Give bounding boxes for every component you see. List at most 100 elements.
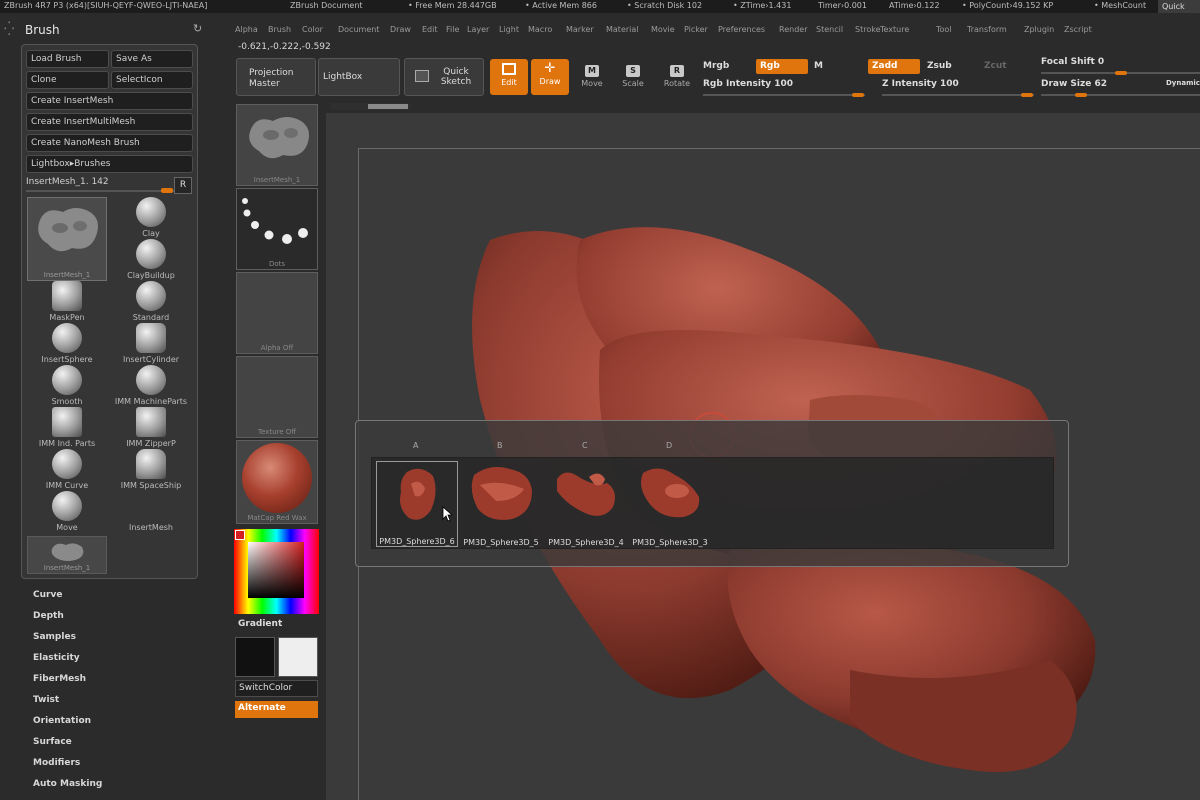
- menu-item-material[interactable]: Material: [606, 25, 639, 34]
- save-as-button[interactable]: Save As: [111, 50, 193, 68]
- brush-item-insertmesh-1-recent[interactable]: InsertMesh_1: [27, 536, 107, 574]
- menu-item-marker[interactable]: Marker: [566, 25, 594, 34]
- rgb-intensity-knob[interactable]: [852, 93, 864, 97]
- brush-item-move[interactable]: Move: [27, 491, 107, 532]
- section-curve[interactable]: Curve: [33, 590, 62, 600]
- menu-item-zscript[interactable]: Zscript: [1064, 25, 1092, 34]
- brush-item-imm-curve[interactable]: IMM Curve: [27, 449, 107, 490]
- brush-item-smooth[interactable]: Smooth: [27, 365, 107, 406]
- alternate-button[interactable]: Alternate: [235, 701, 318, 718]
- mrgb-button[interactable]: Mrgb: [703, 61, 729, 71]
- rgb-intensity-slider[interactable]: [703, 94, 865, 96]
- menu-item-render[interactable]: Render: [779, 25, 807, 34]
- menu-item-macro[interactable]: Macro: [528, 25, 552, 34]
- texture-thumbnail[interactable]: Texture Off: [236, 356, 318, 438]
- menu-item-picker[interactable]: Picker: [684, 25, 708, 34]
- projection-master-button[interactable]: Projection Master: [236, 58, 316, 96]
- section-twist[interactable]: Twist: [33, 695, 59, 705]
- create-nanomesh-button[interactable]: Create NanoMesh Brush: [26, 134, 193, 152]
- menu-item-brush[interactable]: Brush: [268, 25, 291, 34]
- draw-size-knob[interactable]: [1075, 93, 1087, 97]
- m-button[interactable]: M: [814, 61, 823, 71]
- lightbox-button[interactable]: LightBox: [318, 58, 400, 96]
- section-auto-masking[interactable]: Auto Masking: [33, 779, 102, 789]
- menu-item-color[interactable]: Color: [302, 25, 323, 34]
- brush-item-imm-machineparts[interactable]: IMM MachineParts: [111, 365, 191, 406]
- brush-item-insertcylinder[interactable]: InsertCylinder: [111, 323, 191, 364]
- rotate-button[interactable]: R Rotate: [658, 62, 696, 98]
- menu-item-texture[interactable]: Texture: [880, 25, 909, 34]
- secondary-color-swatch-large[interactable]: [278, 637, 318, 677]
- menu-item-preferences[interactable]: Preferences: [718, 25, 765, 34]
- clone-button[interactable]: Clone: [26, 71, 109, 89]
- brush-item-imm-spaceship[interactable]: IMM SpaceShip: [111, 449, 191, 490]
- section-fibermesh[interactable]: FiberMesh: [33, 674, 86, 684]
- palette-popup-icon[interactable]: ↻: [193, 22, 202, 35]
- color-picker[interactable]: [234, 529, 319, 614]
- menu-item-file[interactable]: File: [446, 25, 459, 34]
- menu-item-layer[interactable]: Layer: [467, 25, 489, 34]
- slider-knob[interactable]: [161, 188, 173, 193]
- draw-button[interactable]: ✛ Draw: [531, 59, 569, 95]
- palette-dock-icon[interactable]: ⁛: [4, 22, 14, 37]
- menu-item-transform[interactable]: Transform: [967, 25, 1007, 34]
- menu-item-edit[interactable]: Edit: [422, 25, 438, 34]
- menu-item-movie[interactable]: Movie: [651, 25, 675, 34]
- stroke-thumbnail[interactable]: Dots: [236, 188, 318, 270]
- quick-button[interactable]: Quick: [1158, 0, 1200, 13]
- z-intensity-knob[interactable]: [1021, 93, 1033, 97]
- zadd-button[interactable]: Zadd: [868, 59, 920, 74]
- insertmesh-item-sphere3d-5[interactable]: PM3D_Sphere3D_5: [460, 461, 542, 547]
- insertmesh-item-sphere3d-3[interactable]: PM3D_Sphere3D_3: [629, 461, 711, 547]
- brush-item-standard[interactable]: Standard: [111, 281, 191, 322]
- move-button[interactable]: M Move: [573, 62, 611, 98]
- brush-item-maskpen[interactable]: MaskPen: [27, 281, 107, 322]
- zcut-button[interactable]: Zcut: [984, 61, 1007, 71]
- section-samples[interactable]: Samples: [33, 632, 76, 642]
- current-brush-thumbnail[interactable]: InsertMesh_1: [236, 104, 318, 186]
- scale-button[interactable]: S Scale: [614, 62, 652, 98]
- menu-item-tool[interactable]: Tool: [936, 25, 952, 34]
- alpha-thumbnail[interactable]: Alpha Off: [236, 272, 318, 354]
- select-icon-button[interactable]: SelectIcon: [111, 71, 193, 89]
- edit-button[interactable]: Edit: [490, 59, 528, 95]
- load-brush-button[interactable]: Load Brush: [26, 50, 109, 68]
- restore-button[interactable]: R: [174, 177, 192, 194]
- zsub-button[interactable]: Zsub: [927, 61, 952, 71]
- z-intensity-slider[interactable]: [882, 94, 1034, 96]
- canvas-scroll-thumb[interactable]: [368, 104, 408, 109]
- menu-item-stroke[interactable]: Stroke: [855, 25, 881, 34]
- main-color-swatch[interactable]: [235, 637, 275, 677]
- section-surface[interactable]: Surface: [33, 737, 72, 747]
- material-thumbnail[interactable]: MatCap Red Wax: [236, 440, 318, 524]
- section-orientation[interactable]: Orientation: [33, 716, 91, 726]
- insertmesh-item-sphere3d-6[interactable]: PM3D_Sphere3D_6: [376, 461, 458, 547]
- create-insertmultimesh-button[interactable]: Create InsertMultiMesh: [26, 113, 193, 131]
- rgb-button[interactable]: Rgb: [756, 59, 808, 74]
- brush-item-insertmesh-1-selected[interactable]: InsertMesh_1: [27, 197, 107, 281]
- draw-size-slider[interactable]: [1041, 94, 1200, 96]
- section-modifiers[interactable]: Modifiers: [33, 758, 80, 768]
- focal-shift-knob[interactable]: [1115, 71, 1127, 75]
- insertmesh-slider[interactable]: InsertMesh_1. 142: [26, 177, 175, 193]
- brush-item-claybuildup[interactable]: ClayBuildup: [111, 239, 191, 280]
- secondary-color-swatch[interactable]: [235, 530, 245, 540]
- menu-item-light[interactable]: Light: [499, 25, 519, 34]
- brush-item-insertsphere[interactable]: InsertSphere: [27, 323, 107, 364]
- switch-color-button[interactable]: SwitchColor: [235, 680, 318, 697]
- insertmesh-selector-popup[interactable]: A B C D PM3D_Sphere3D_6 PM3D_Sphere3D_5 …: [355, 420, 1069, 567]
- brush-item-clay[interactable]: Clay: [111, 197, 191, 238]
- section-elasticity[interactable]: Elasticity: [33, 653, 80, 663]
- color-square[interactable]: [248, 542, 304, 598]
- create-insertmesh-button[interactable]: Create InsertMesh: [26, 92, 193, 110]
- brush-item-imm-zipperp[interactable]: IMM ZipperP: [111, 407, 191, 448]
- menu-item-stencil[interactable]: Stencil: [816, 25, 843, 34]
- menu-item-alpha[interactable]: Alpha: [235, 25, 258, 34]
- quick-sketch-button[interactable]: Quick Sketch: [404, 58, 484, 96]
- dynamic-button[interactable]: Dynamic: [1166, 79, 1200, 87]
- insertmesh-item-sphere3d-4[interactable]: PM3D_Sphere3D_4: [545, 461, 627, 547]
- menu-item-document[interactable]: Document: [338, 25, 379, 34]
- lightbox-brushes-button[interactable]: Lightbox▸Brushes: [26, 155, 193, 173]
- brush-item-insertmesh[interactable]: InsertMesh: [111, 491, 191, 532]
- section-depth[interactable]: Depth: [33, 611, 64, 621]
